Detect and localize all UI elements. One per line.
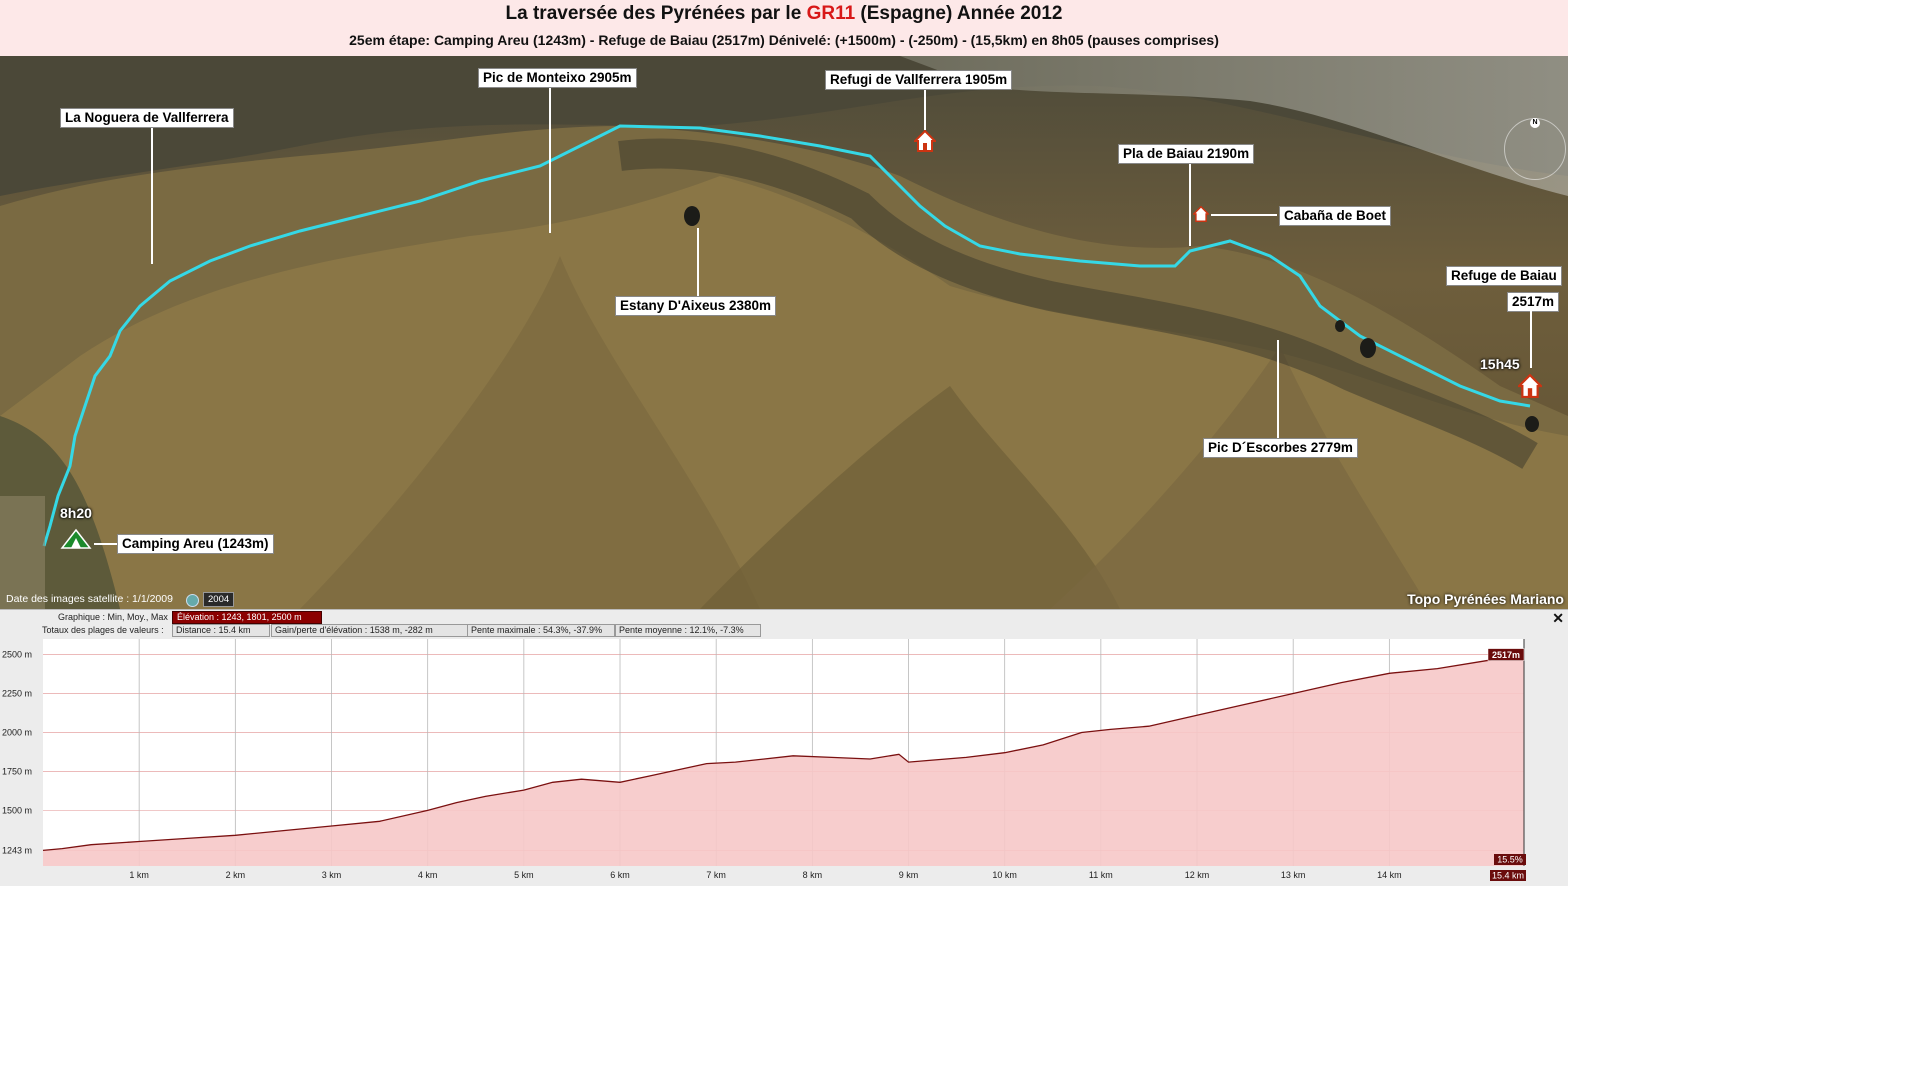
x-tick-label: 10 km — [992, 870, 1017, 880]
camp-tent-icon[interactable] — [60, 528, 92, 550]
leader-escorbes — [1277, 340, 1279, 438]
y-tick-label: 2250 m — [2, 689, 32, 699]
label-boet: Cabaña de Boet — [1279, 206, 1392, 226]
end-x-label: 15.4 km — [1492, 871, 1524, 881]
refuge-icon[interactable] — [914, 130, 936, 152]
y-tick-label: 2000 m — [2, 727, 32, 737]
y-tick-label: 1243 m — [2, 845, 32, 855]
leader-aixeus — [697, 228, 699, 296]
lake-baiau-3 — [1525, 416, 1539, 432]
cabana-icon[interactable] — [1193, 206, 1209, 222]
year-button[interactable]: 2004 — [203, 592, 235, 607]
label-vallferrera: Refugi de Vallferrera 1905m — [825, 70, 1013, 90]
satellite-map[interactable]: N La Noguera de Vallferrera Pic de Monte… — [0, 56, 1568, 609]
compass-north-icon[interactable]: N — [1530, 118, 1540, 128]
label-refuge-baiau: Refuge de Baiau — [1446, 266, 1562, 286]
end-value-label: 2517m — [1492, 650, 1520, 660]
x-tick-label: 3 km — [322, 870, 342, 880]
y-tick-label: 1500 m — [2, 805, 32, 815]
leader-camping — [94, 543, 118, 545]
start-time: 8h20 — [60, 505, 92, 521]
elevation-chart[interactable]: 1243 m 1500 m 1750 m 2000 m 2250 m 2500 m 1 km… — [0, 637, 1568, 886]
label-escorbes: Pic D´Escorbes 2779m — [1203, 438, 1358, 458]
elevation-info-bar: Graphique : Min, Moy., Max Élévation : 1… — [0, 609, 1568, 638]
leader-vallferrera — [924, 86, 926, 130]
leader-monteixo — [549, 83, 551, 233]
max-slope-value: Pente maximale : 54.3%, -37.9% — [467, 624, 615, 637]
x-tick-label: 9 km — [899, 870, 919, 880]
distance-value: Distance : 15.4 km — [172, 624, 270, 637]
title-gr11: GR11 — [806, 3, 856, 24]
lake-aixeus — [684, 206, 700, 226]
x-tick-label: 14 km — [1377, 870, 1402, 880]
leader-boet — [1211, 214, 1277, 216]
label-noguera: La Noguera de Vallferrera — [60, 108, 234, 128]
x-tick-label: 8 km — [803, 870, 823, 880]
x-tick-label: 5 km — [514, 870, 534, 880]
x-tick-label: 13 km — [1281, 870, 1306, 880]
totals-label: Totaux des plages de valeurs : — [42, 625, 164, 635]
lake-baiau-1 — [1360, 338, 1376, 358]
title-text-2: (Espagne) Année 2012 — [855, 3, 1063, 24]
slope-label: 15.5% — [1497, 855, 1523, 865]
clock-icon[interactable] — [186, 594, 199, 607]
map-terrain[interactable] — [0, 56, 1568, 609]
elevation-profile[interactable]: 1243 m 1500 m 1750 m 2000 m 2250 m 2500 m 1 km… — [0, 637, 1568, 886]
y-tick-label: 2500 m — [2, 650, 32, 660]
map-credit: Topo Pyrénées Mariano — [1407, 591, 1564, 607]
x-tick-label: 2 km — [226, 870, 246, 880]
satellite-date: Date des images satellite : 1/1/2009 — [6, 593, 173, 605]
leader-refuge-baiau — [1530, 310, 1532, 368]
x-tick-label: 11 km — [1089, 870, 1113, 880]
y-tick-label: 1750 m — [2, 766, 32, 776]
end-time: 15h45 — [1480, 356, 1520, 372]
elevation-value[interactable]: Élévation : 1243, 1801, 2500 m — [172, 611, 322, 624]
graph-label: Graphique : Min, Moy., Max — [58, 612, 168, 622]
label-pla-baiau: Pla de Baiau 2190m — [1118, 144, 1255, 164]
avg-slope-value: Pente moyenne : 12.1%, -7.3% — [615, 624, 761, 637]
header-banner: La traversée des Pyrénées par le GR11 (E… — [0, 0, 1568, 56]
x-tick-label: 12 km — [1185, 870, 1210, 880]
title-text-1: La traversée des Pyrénées par le — [505, 3, 807, 24]
page-title: La traversée des Pyrénées par le GR11 (E… — [0, 3, 1568, 25]
x-tick-label: 7 km — [706, 870, 726, 880]
lake-baiau-2 — [1335, 320, 1345, 332]
close-icon[interactable]: ✕ — [1552, 610, 1564, 627]
page-subtitle: 25em étape: Camping Areu (1243m) - Refug… — [349, 32, 1219, 48]
x-tick-label: 1 km — [129, 870, 149, 880]
label-aixeus: Estany D'Aixeus 2380m — [615, 296, 777, 316]
x-tick-label: 6 km — [610, 870, 630, 880]
gain-loss-value: Gain/perte d'élévation : 1538 m, -282 m — [271, 624, 469, 637]
label-monteixo: Pic de Monteixo 2905m — [478, 68, 637, 88]
refuge-baiau-icon[interactable] — [1518, 374, 1542, 398]
x-tick-label: 4 km — [418, 870, 438, 880]
leader-noguera — [151, 126, 153, 264]
label-camping: Camping Areu (1243m) — [117, 534, 274, 554]
label-refuge-alt: 2517m — [1507, 292, 1560, 312]
leader-pla-baiau — [1189, 160, 1191, 246]
